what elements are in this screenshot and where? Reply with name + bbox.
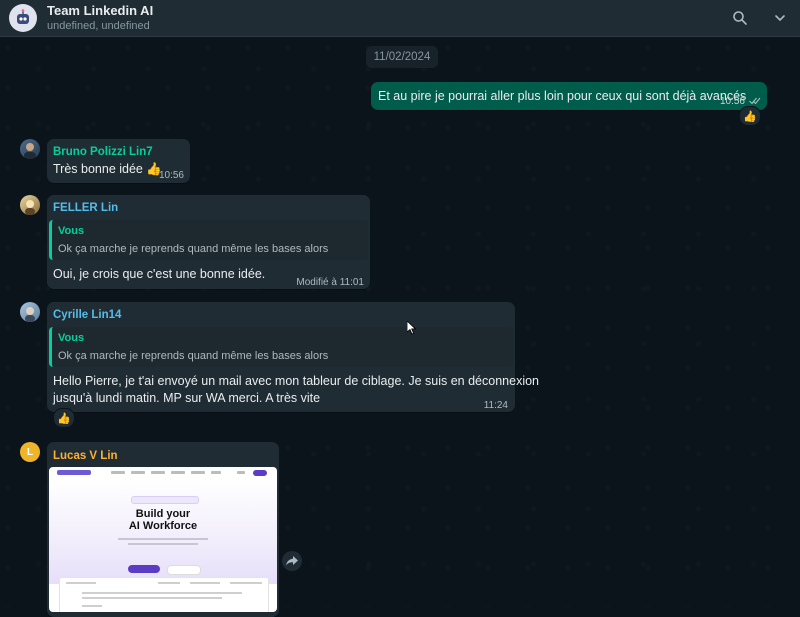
image-preview[interactable]: Build your AI Workforce: [49, 467, 277, 612]
forward-icon: [286, 556, 298, 566]
menu-button[interactable]: [770, 8, 790, 28]
preview-hero: Build your AI Workforce: [49, 479, 277, 584]
preview-logo: [57, 470, 91, 475]
preview-hero-title-1: Build your: [135, 508, 191, 520]
preview-nav-link: [151, 471, 165, 474]
preview-nav-link: [131, 471, 145, 474]
group-avatar[interactable]: [9, 4, 37, 32]
message-text: Oui, je crois que c'est une bonne idée.: [53, 267, 266, 281]
avatar[interactable]: [20, 139, 40, 159]
chevron-down-icon: [775, 15, 785, 22]
search-icon: [733, 11, 747, 25]
preview-hero-title-2: AI Workforce: [128, 520, 198, 532]
preview-card-line: [82, 592, 242, 594]
date-separator: 11/02/2024: [366, 46, 438, 68]
message-time: 10:56: [158, 170, 184, 181]
quote-author: Vous: [58, 225, 85, 237]
preview-card-line: [190, 582, 220, 584]
mouse-cursor-icon: [407, 321, 417, 335]
chat-header[interactable]: Team Linkedin AI undefined, undefined: [0, 0, 800, 37]
sender-name: FELLER Lin: [53, 202, 119, 214]
person-photo-icon: [24, 143, 36, 159]
quoted-message[interactable]: Vous Ok ça marche je reprends quand même…: [49, 220, 368, 260]
avatar[interactable]: [20, 302, 40, 322]
preview-card-line: [158, 582, 180, 584]
preview-cta: [253, 470, 267, 476]
preview-nav-link: [191, 471, 205, 474]
message-time: 11:24: [483, 400, 508, 411]
preview-nav-link: [171, 471, 185, 474]
message-text-line-2: jusqu'à lundi matin. MP sur WA merci. A …: [53, 391, 321, 405]
message-text: Et au pire je pourrai aller plus loin po…: [378, 89, 747, 103]
avatar[interactable]: [20, 195, 40, 215]
sender-name: Cyrille Lin14: [53, 309, 122, 321]
preview-subtitle-line: [128, 543, 198, 545]
quote-author: Vous: [58, 332, 85, 344]
quoted-message[interactable]: Vous Ok ça marche je reprends quand même…: [49, 327, 513, 367]
preview-secondary-button: [167, 565, 201, 575]
reaction-badge[interactable]: 👍: [739, 106, 761, 126]
outgoing-message[interactable]: Et au pire je pourrai aller plus loin po…: [371, 82, 767, 110]
person-photo-icon: [25, 307, 35, 322]
preview-subtitle-line: [118, 538, 208, 540]
preview-primary-button: [128, 565, 160, 573]
search-button[interactable]: [730, 8, 750, 28]
chat-title-block[interactable]: Team Linkedin AI undefined, undefined: [47, 3, 153, 33]
robot-icon: [17, 9, 29, 24]
read-receipt-icon: [749, 97, 761, 105]
reaction-badge[interactable]: 👍: [53, 408, 75, 428]
preview-nav-link: [111, 471, 125, 474]
avatar[interactable]: L: [20, 442, 40, 462]
forward-button[interactable]: [282, 551, 302, 571]
message-text: Très bonne idée 👍: [53, 162, 162, 176]
sender-name: Bruno Polizzi Lin7: [53, 146, 153, 158]
preview-card-line: [82, 597, 222, 599]
person-photo-icon: [25, 200, 35, 215]
quote-text: Ok ça marche je reprends quand même les …: [58, 350, 329, 362]
message-text-line-1: Hello Pierre, je t'ai envoyé un mail ave…: [53, 374, 539, 388]
sender-name: Lucas V Lin: [53, 450, 118, 462]
chat-title: Team Linkedin AI: [47, 3, 154, 18]
chat-subtitle: undefined, undefined: [47, 20, 150, 32]
preview-card-line: [230, 582, 262, 584]
incoming-message[interactable]: Cyrille Lin14 Vous Ok ça marche je repre…: [47, 302, 539, 412]
incoming-message[interactable]: Bruno Polizzi Lin7 Très bonne idée 👍 10:…: [47, 139, 190, 183]
preview-nav-link: [211, 471, 221, 474]
message-time: Modifié à 11:01: [296, 277, 364, 288]
message-time: 10:56: [719, 96, 745, 107]
preview-nav-link: [237, 471, 245, 474]
quote-text: Ok ça marche je reprends quand même les …: [58, 243, 329, 255]
incoming-message[interactable]: FELLER Lin Vous Ok ça marche je reprends…: [47, 195, 370, 289]
preview-card-line: [66, 582, 96, 584]
preview-pill: [131, 496, 199, 504]
